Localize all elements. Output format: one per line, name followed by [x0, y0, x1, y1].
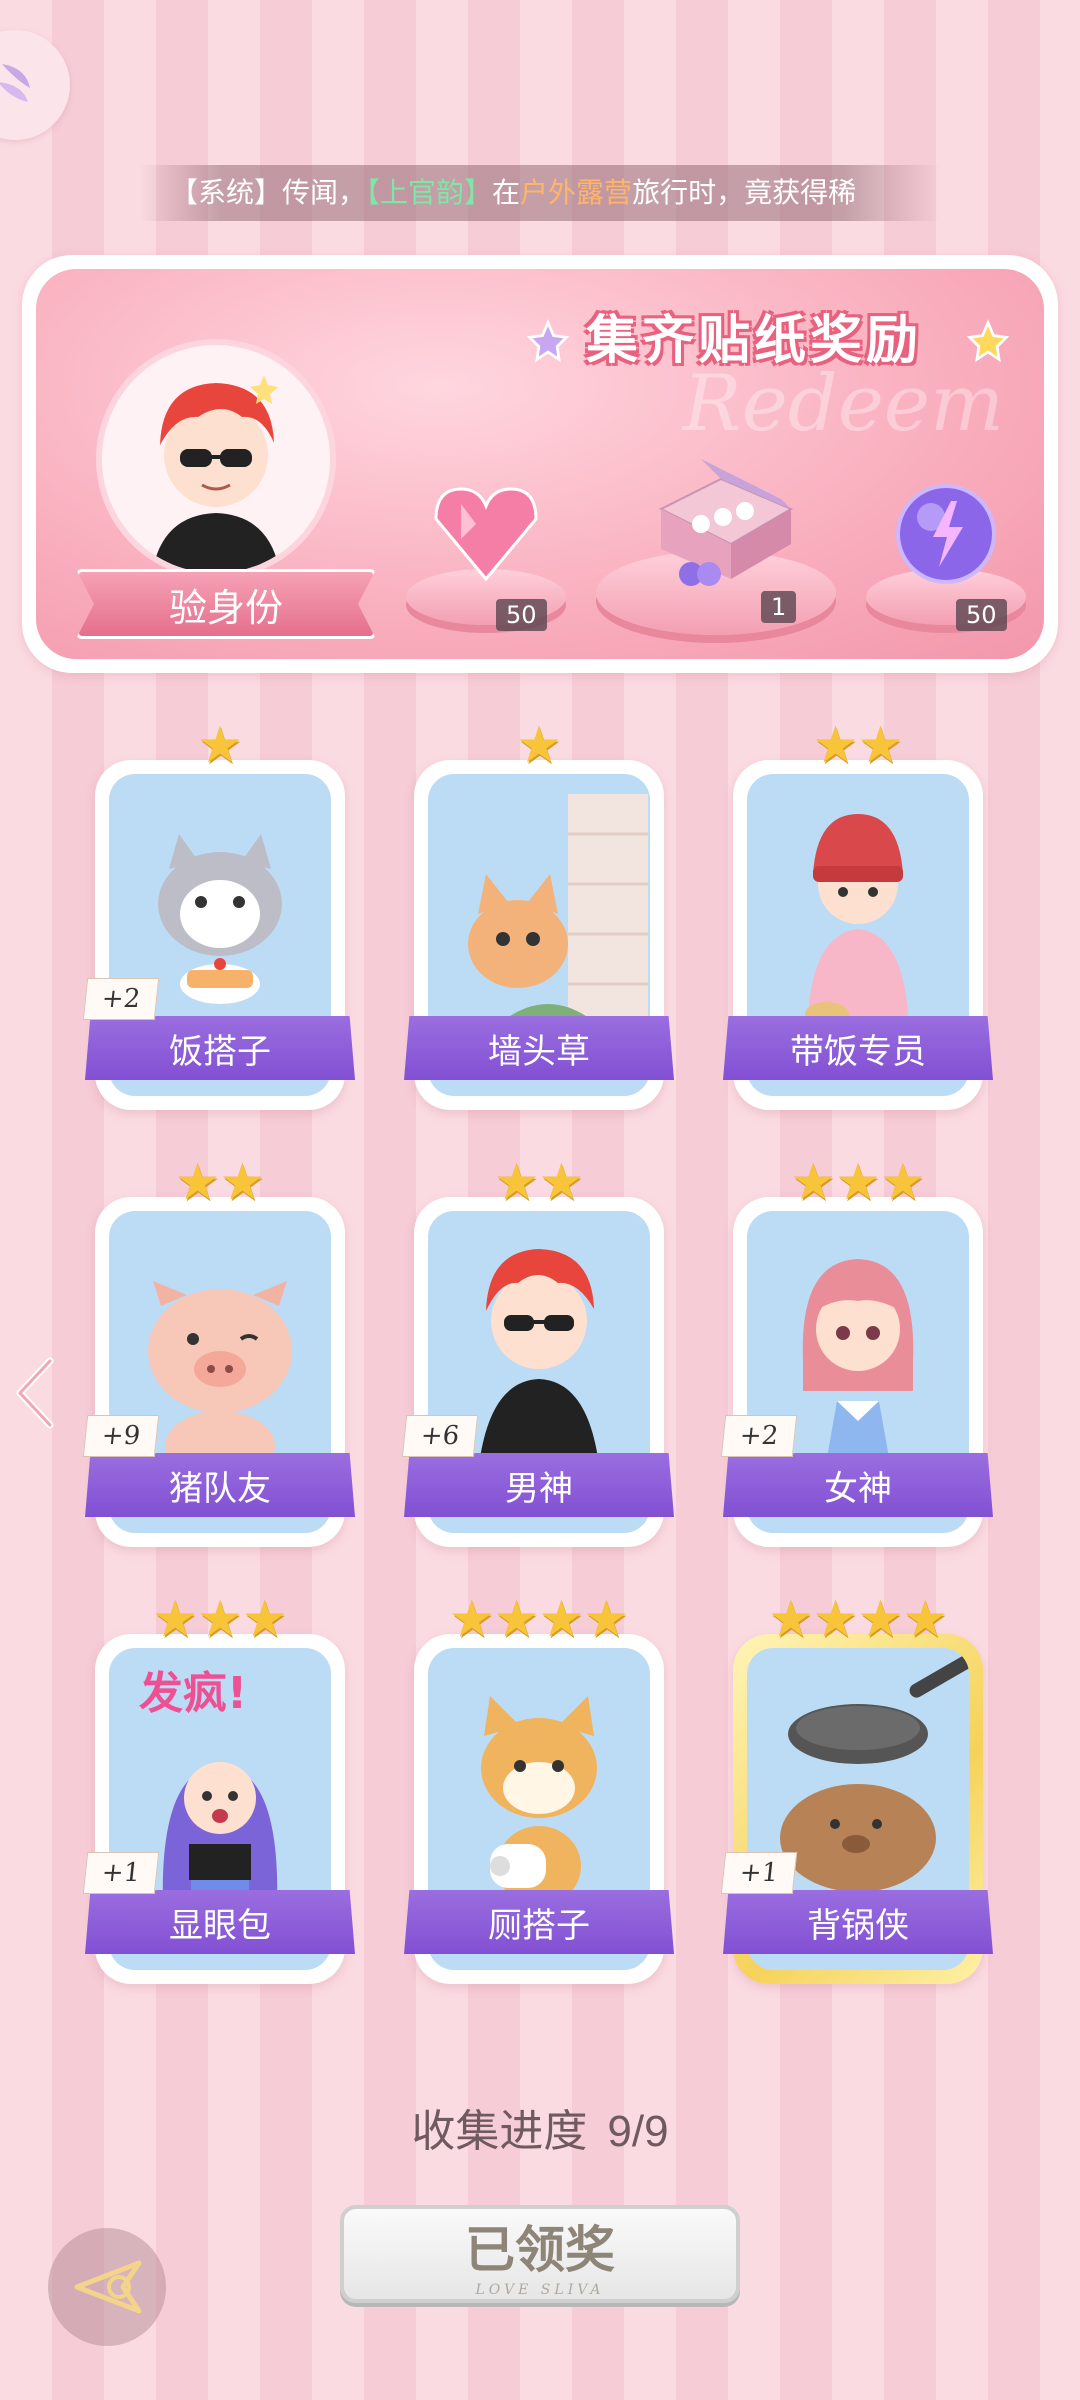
- star-icon: ★: [813, 716, 858, 774]
- star-icon: ★: [152, 1590, 198, 1648]
- sticker-card[interactable]: ★ ★ ★ ★ 厕搭子: [404, 1594, 674, 1984]
- star-icon: ★: [197, 716, 243, 774]
- chevron-left-icon[interactable]: [12, 1355, 56, 1431]
- card-star-rating: ★ ★ ★: [733, 1157, 983, 1207]
- banner-title: 集齐贴纸奖励: [585, 310, 922, 371]
- sticker-card[interactable]: ★ 饭搭子 +2: [82, 720, 355, 1110]
- ticker-place: 户外露营: [520, 176, 633, 209]
- duplicate-count-badge: +2: [720, 1415, 798, 1457]
- card-label: 带饭专员: [723, 1016, 993, 1080]
- star-icon: ★: [583, 1590, 629, 1648]
- star-icon: ★: [880, 1153, 926, 1211]
- card-star-rating: ★ ★: [414, 1157, 664, 1207]
- identity-avatar[interactable]: [96, 339, 336, 579]
- sticker-card[interactable]: ★ ★ 男神 +6: [401, 1157, 674, 1547]
- card-label: 厕搭子: [404, 1890, 674, 1954]
- back-arrow-icon: [74, 2260, 142, 2314]
- progress-value: 9/9: [607, 2107, 669, 2156]
- system-broadcast-ticker: 【系统】传闻，【上官韵】在户外露营旅行时，竟获得稀: [140, 165, 940, 221]
- star-icon: ★: [494, 1590, 539, 1648]
- progress-label: 收集进度: [411, 2106, 588, 2157]
- card-star-rating: ★ ★: [733, 720, 983, 770]
- sticker-reward-banner: Redeem 集齐贴纸奖励 验身份 50 1 50: [22, 255, 1058, 673]
- pink-diamond-icon[interactable]: [431, 484, 541, 584]
- card-label: 饭搭子: [85, 1016, 355, 1080]
- star-icon: ★: [242, 1590, 288, 1648]
- star-icon: ★: [858, 716, 903, 774]
- star-icon: ★: [790, 1153, 836, 1211]
- card-label: 背锅侠: [723, 1890, 993, 1954]
- fan-menu-icon: [0, 64, 30, 102]
- duplicate-count-badge: +1: [82, 1852, 160, 1894]
- yellow-star-icon: [966, 319, 1010, 363]
- sticker-card[interactable]: ★ ★ ★ ★ 背锅侠 +1: [720, 1594, 993, 1984]
- star-icon: ★: [220, 1153, 265, 1211]
- ticker-player-name: 【上官韵】: [366, 176, 493, 209]
- claimed-reward-button[interactable]: 已领奖 LOVE SLIVA: [340, 2205, 740, 2303]
- sticker-card[interactable]: ★ ★ ★ 发疯! 显眼包 +1: [82, 1594, 355, 1984]
- card-label: 男神: [404, 1453, 674, 1517]
- star-icon: ★: [902, 1590, 948, 1648]
- reward-count-gift: 1: [761, 591, 797, 623]
- card-star-rating: ★ ★ ★ ★: [733, 1594, 983, 1644]
- card-star-rating: ★ ★: [95, 1157, 345, 1207]
- energy-orb-icon[interactable]: [891, 479, 1001, 589]
- claimed-sublabel: LOVE SLIVA: [475, 2282, 605, 2298]
- card-star-rating: ★: [95, 720, 345, 770]
- sticker-card[interactable]: ★ ★ ★ 女神 +2: [720, 1157, 993, 1547]
- star-icon: ★: [768, 1590, 814, 1648]
- reward-count-orb: 50: [956, 599, 1007, 631]
- star-icon: ★: [449, 1590, 495, 1648]
- star-icon: ★: [516, 716, 562, 774]
- sticker-card[interactable]: ★ 墙头草: [404, 720, 674, 1110]
- verify-identity-button[interactable]: 验身份: [76, 569, 376, 639]
- star-icon: ★: [858, 1590, 903, 1648]
- card-label: 墙头草: [404, 1016, 674, 1080]
- star-icon: ★: [175, 1153, 220, 1211]
- gift-box-icon[interactable]: [641, 449, 801, 589]
- duplicate-count-badge: +6: [401, 1415, 479, 1457]
- card-label: 猪队友: [85, 1453, 355, 1517]
- sticker-card[interactable]: ★ ★ 猪队友 +9: [82, 1157, 355, 1547]
- star-icon: ★: [539, 1153, 584, 1211]
- star-icon: ★: [539, 1590, 584, 1648]
- svg-text:发疯!: 发疯!: [139, 1668, 247, 1719]
- card-star-rating: ★ ★ ★ ★: [414, 1594, 664, 1644]
- duplicate-count-badge: +2: [82, 978, 160, 1020]
- ticker-mid: 在: [492, 176, 521, 209]
- card-label: 女神: [723, 1453, 993, 1517]
- star-icon: ★: [835, 1153, 881, 1211]
- star-icon: ★: [813, 1590, 858, 1648]
- card-label: 显眼包: [85, 1890, 355, 1954]
- sticker-card[interactable]: ★ ★ 带饭专员: [723, 720, 993, 1110]
- duplicate-count-badge: +9: [82, 1415, 160, 1457]
- card-star-rating: ★: [414, 720, 664, 770]
- boy-avatar-icon: [152, 375, 280, 573]
- collection-progress: 收集进度 9/9: [0, 2095, 1080, 2159]
- duplicate-count-badge: +1: [720, 1852, 798, 1894]
- star-icon: ★: [494, 1153, 539, 1211]
- ticker-prefix: 【系统】传闻，: [170, 176, 367, 209]
- star-icon: ★: [197, 1590, 243, 1648]
- ticker-suffix: 旅行时，竟获得稀: [632, 176, 857, 209]
- verify-identity-label: 验身份: [168, 585, 283, 630]
- reward-count-diamond: 50: [496, 599, 547, 631]
- card-star-rating: ★ ★ ★: [95, 1594, 345, 1644]
- menu-corner-button[interactable]: [0, 30, 70, 140]
- claimed-label: 已领奖: [465, 2220, 615, 2279]
- back-button[interactable]: [48, 2228, 166, 2346]
